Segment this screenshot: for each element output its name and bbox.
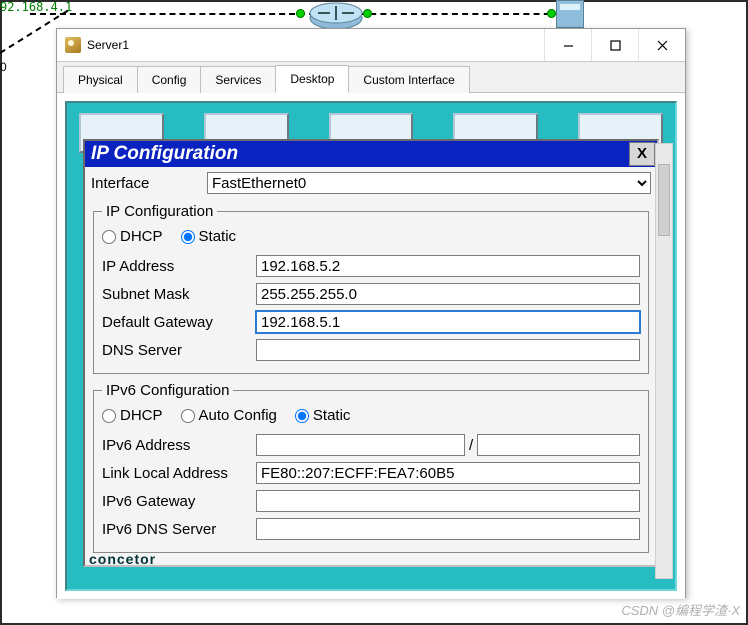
scrollbar-thumb[interactable] [658,164,670,236]
panel-title-text: IP Configuration [91,141,238,167]
ipv6-dhcp-radio[interactable]: DHCP [102,407,163,424]
titlebar[interactable]: Server1 [57,29,685,62]
watermark: CSDN @编程学渣·X [621,600,740,619]
app-icon [65,37,81,53]
scrollbar[interactable] [655,143,673,579]
ip-config-panel: IP Configuration X Interface FastEtherne… [83,139,659,567]
maximize-button[interactable] [591,29,638,61]
bg-link-dot [296,9,305,18]
bg-iface-label: th0 [0,60,7,74]
default-gateway-input[interactable] [256,311,640,333]
ipv6-gateway-input[interactable] [256,490,640,512]
bg-link-3 [360,13,560,15]
ipv6-gateway-label: IPv6 Gateway [102,493,256,510]
ip-address-label: IP Address [102,258,256,275]
panel-close-button[interactable]: X [629,142,655,166]
desktop-surface: IP Configuration X Interface FastEtherne… [65,101,677,591]
bg-link-2 [30,13,315,15]
interface-select[interactable]: FastEthernet0 [207,172,651,194]
close-button[interactable] [638,29,685,61]
ipv6-prefix-input[interactable] [477,434,640,456]
link-local-input[interactable] [256,462,640,484]
ip-address-input[interactable] [256,255,640,277]
subnet-mask-label: Subnet Mask [102,286,256,303]
tab-desktop[interactable]: Desktop [275,65,349,93]
default-gateway-label: Default Gateway [102,314,256,331]
ipv6-static-radio[interactable]: Static [295,407,351,424]
ipv6-address-label: IPv6 Address [102,437,256,454]
ipv4-group: IP Configuration DHCP Static IP Address … [93,203,649,374]
tab-physical[interactable]: Physical [63,66,138,93]
ipv4-static-radio[interactable]: Static [181,228,237,245]
dns-server-input[interactable] [256,339,640,361]
dns-server-label: DNS Server [102,342,256,359]
ipv6-auto-radio[interactable]: Auto Config [181,407,277,424]
window: Server1 Physical Config Services Desktop… [56,28,686,598]
collector-text: concetor [89,551,156,567]
bg-link-dot [363,9,372,18]
ipv4-legend: IP Configuration [102,203,217,220]
tab-custom-interface[interactable]: Custom Interface [348,66,469,93]
ipv6-group: IPv6 Configuration DHCP Auto Config Stat… [93,382,649,553]
bg-link-dot [547,9,556,18]
panel-titlebar[interactable]: IP Configuration X [85,141,657,167]
tab-config[interactable]: Config [137,66,202,93]
minimize-button[interactable] [544,29,591,61]
ipv6-legend: IPv6 Configuration [102,382,233,399]
link-local-label: Link Local Address [102,465,256,482]
ipv4-dhcp-radio[interactable]: DHCP [102,228,163,245]
ipv6-slash: / [469,437,473,454]
subnet-mask-input[interactable] [256,283,640,305]
tab-strip: Physical Config Services Desktop Custom … [57,62,685,93]
window-title: Server1 [87,38,544,52]
server-icon [556,0,584,28]
ipv6-dns-label: IPv6 DNS Server [102,521,256,538]
tab-services[interactable]: Services [200,66,276,93]
ipv6-dns-input[interactable] [256,518,640,540]
ipv6-address-input[interactable] [256,434,465,456]
interface-label: Interface [91,175,199,192]
client-area: IP Configuration X Interface FastEtherne… [57,93,685,599]
